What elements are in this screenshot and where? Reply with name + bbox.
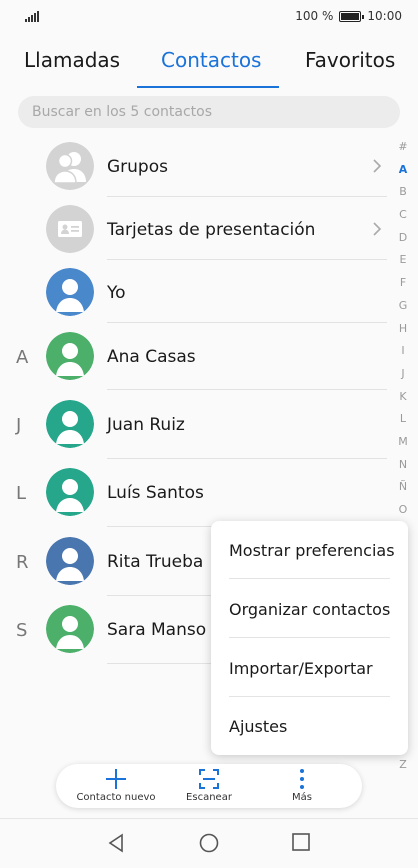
section-letter: L [16,483,27,504]
row-label: Grupos [107,157,168,177]
business-card-icon [46,205,94,253]
index-letter[interactable]: A [396,163,410,186]
chevron-right-icon [373,222,382,236]
search-input[interactable]: Buscar en los 5 contactos [18,96,400,128]
system-nav-bar [0,818,418,868]
avatar [46,537,94,585]
divider [229,578,390,579]
tab-favoritos[interactable]: Favoritos [305,48,395,72]
tab-contactos[interactable]: Contactos [161,48,261,72]
menu-item-organize-contacts[interactable]: Organizar contactos [229,600,390,619]
divider [107,259,387,260]
index-letter[interactable]: Z [396,758,410,771]
divider [229,696,390,697]
section-letter: A [16,347,29,368]
contact-name: Rita Trueba [107,552,204,572]
divider [107,322,387,323]
overflow-menu: Mostrar preferencias Organizar contactos… [211,521,408,755]
section-letter: R [16,552,29,573]
contact-name: Sara Manso [107,620,207,640]
list-item[interactable]: L Luís Santos [0,468,395,528]
active-tab-indicator [137,86,279,88]
avatar [46,468,94,516]
battery-percent: 100 % [295,9,334,23]
contact-name: Luís Santos [107,483,204,503]
index-letter[interactable]: M [396,435,410,458]
button-label: Contacto nuevo [76,792,156,803]
status-bar: 100 % 10:00 [0,0,418,34]
index-letter[interactable]: H [396,322,410,345]
row-label: Tarjetas de presentación [107,220,316,240]
more-button[interactable]: Más [257,764,347,808]
avatar [46,400,94,448]
index-letter[interactable]: L [396,412,410,435]
my-profile-row[interactable]: Yo [0,268,395,328]
avatar [46,605,94,653]
avatar [46,332,94,380]
groups-row[interactable]: Grupos [0,142,395,202]
battery-icon [339,10,365,22]
index-letter[interactable]: N [396,458,410,481]
contact-name: Ana Casas [107,347,196,367]
groups-icon [46,142,94,190]
index-letter[interactable]: E [396,253,410,276]
menu-item-settings[interactable]: Ajustes [229,717,287,736]
menu-item-display-preferences[interactable]: Mostrar preferencias [229,541,395,560]
list-item[interactable]: J Juan Ruiz [0,400,395,460]
index-letter[interactable]: F [396,276,410,299]
index-letter[interactable]: # [396,140,410,163]
section-letter: J [16,415,22,436]
alphabet-index[interactable]: # A B C D E F G H I J K L M N Ñ O [396,140,410,526]
plus-icon [106,769,126,789]
index-letter[interactable]: G [396,299,410,322]
scan-icon [199,769,219,789]
button-label: Más [292,792,312,803]
section-letter: S [16,620,28,641]
recents-icon[interactable] [292,833,310,851]
index-letter[interactable]: D [396,231,410,254]
chevron-right-icon [373,159,382,173]
divider [107,196,387,197]
tab-llamadas[interactable]: Llamadas [24,48,120,72]
contact-name: Juan Ruiz [107,415,185,435]
index-letter[interactable]: J [396,367,410,390]
new-contact-button[interactable]: Contacto nuevo [71,764,161,808]
menu-item-import-export[interactable]: Importar/Exportar [229,659,373,678]
divider [107,389,387,390]
row-label: Yo [107,283,126,303]
business-cards-row[interactable]: Tarjetas de presentación [0,205,395,265]
index-letter[interactable]: B [396,185,410,208]
divider [107,458,387,459]
scan-button[interactable]: Escanear [164,764,254,808]
signal-icon [25,11,39,22]
more-vertical-icon [300,769,304,789]
tab-bar: Llamadas Contactos Favoritos [0,40,418,90]
index-letter[interactable]: I [396,344,410,367]
back-icon[interactable] [107,833,125,853]
button-label: Escanear [186,792,232,803]
bottom-action-bar: Contacto nuevo Escanear Más [56,764,362,808]
index-letter[interactable]: K [396,390,410,413]
avatar [46,268,94,316]
clock: 10:00 [367,9,402,23]
list-item[interactable]: A Ana Casas [0,332,395,392]
divider [229,637,390,638]
index-letter[interactable]: C [396,208,410,231]
home-icon[interactable] [199,833,219,853]
index-letter[interactable]: Ñ [396,480,410,503]
